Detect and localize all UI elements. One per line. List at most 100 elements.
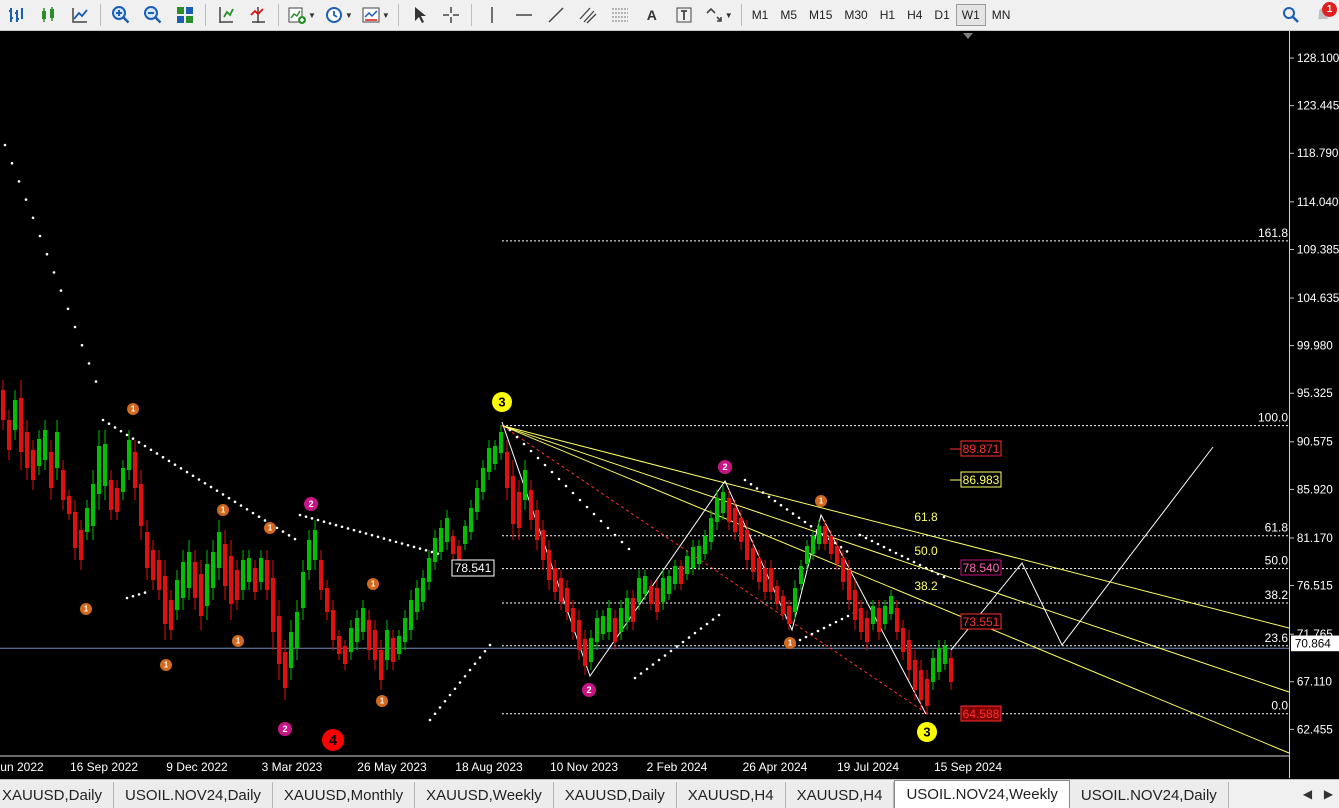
tile-windows-icon[interactable] (172, 3, 198, 28)
candle-body (451, 536, 455, 554)
text-label-icon[interactable] (671, 3, 697, 28)
horizontal-line-icon[interactable] (511, 3, 537, 28)
equidistant-channel-icon[interactable] (575, 3, 601, 28)
candle-body (391, 638, 395, 662)
current-price-label: 70.864 (1295, 637, 1331, 650)
tab-scroll-right-icon[interactable]: ▶ (1324, 787, 1333, 801)
wave-3-top-label: 3 (498, 395, 505, 410)
candle-body (343, 646, 347, 664)
timeframe-h1[interactable]: H1 (874, 4, 901, 26)
fibonacci-retracement-icon[interactable] (607, 3, 633, 28)
bar-chart-icon[interactable] (3, 3, 29, 28)
sar-dot (564, 484, 568, 488)
crosshair-icon[interactable] (438, 3, 464, 28)
fib-fan-line (501, 425, 1290, 693)
sar-dot (430, 550, 434, 554)
sar-dot (316, 518, 320, 522)
indicators-icon[interactable]: ▼ (286, 3, 317, 28)
fib-fan-line (501, 425, 1290, 629)
sar-dot (870, 539, 874, 543)
candle-body (541, 530, 545, 560)
sar-dot (804, 635, 808, 639)
toolbar-separator (397, 4, 399, 26)
sar-dot (143, 591, 147, 594)
candle-body (907, 640, 911, 670)
price-label: 118.790 (1297, 147, 1339, 160)
chart-tab[interactable]: USOIL.NOV24,Daily (1069, 782, 1229, 808)
chart-tab[interactable]: XAUUSD,Weekly (415, 782, 554, 808)
sar-dot (779, 503, 783, 507)
vertical-line-icon[interactable] (479, 3, 505, 28)
sar-dot (94, 380, 98, 383)
chart-tab[interactable]: XAUUSD,Daily (553, 782, 677, 808)
periods-clock-icon[interactable]: ▼ (323, 3, 354, 28)
zoom-in-icon[interactable] (108, 3, 134, 28)
sar-dot (930, 569, 934, 573)
price-label: 128.100 (1297, 52, 1339, 65)
text-tool[interactable]: A (639, 3, 665, 28)
time-label: 16 Sep 2022 (70, 760, 138, 774)
sar-dot (773, 499, 777, 503)
chart-tab[interactable]: XAUUSD,Daily (0, 782, 115, 808)
sar-dot (858, 533, 862, 537)
candle-body (373, 630, 377, 660)
toolbar-separator (470, 4, 472, 26)
zoom-out-icon[interactable] (140, 3, 166, 28)
candle-body (709, 518, 713, 542)
auto-scroll-icon[interactable] (245, 3, 271, 28)
sar-dot (239, 504, 243, 507)
sar-dot (73, 325, 77, 329)
chart-tab[interactable]: XAUUSD,Monthly (272, 782, 416, 808)
price-chart[interactable]: 161.8100.061.850.038.223.60.0 61.850.038… (0, 31, 1339, 778)
timeframe-m15[interactable]: M15 (803, 4, 838, 26)
line-chart-icon[interactable] (67, 3, 93, 28)
candle-body (859, 608, 863, 632)
sar-dot (809, 524, 813, 528)
wave-1-label: 1 (164, 661, 169, 670)
chart-tab[interactable]: XAUUSD,H4 (785, 782, 895, 808)
sar-dot (468, 668, 472, 672)
cursor-icon[interactable] (406, 3, 432, 28)
wave-1-label: 1 (84, 605, 89, 614)
sar-dot (376, 535, 380, 539)
sar-dot (578, 498, 582, 502)
search-icon[interactable] (1278, 3, 1304, 28)
candle-body (439, 528, 443, 552)
timeframe-m5[interactable]: M5 (774, 4, 803, 26)
sar-dot (125, 433, 129, 437)
notifications-icon[interactable]: 1 (1310, 1, 1337, 28)
chart-tabs: XAUUSD,Daily USOIL.NOV24,Daily XAUUSD,Mont… (0, 779, 1339, 808)
sar-dot (833, 541, 837, 545)
candle-body (181, 562, 185, 598)
candle-body (121, 468, 125, 492)
price-label: 99.980 (1297, 340, 1333, 353)
fib-level-label: 50.0 (1265, 554, 1289, 568)
candle-body (631, 598, 635, 622)
chart-shift-icon[interactable] (213, 3, 239, 28)
timeframe-w1[interactable]: W1 (955, 4, 986, 26)
sar-dot (185, 470, 189, 474)
chart-tab[interactable]: USOIL.NOV24,Daily (114, 782, 273, 808)
timeframe-m30[interactable]: M30 (838, 4, 873, 26)
price-label: 76.515 (1297, 580, 1333, 593)
tab-scroll-left-icon[interactable]: ◀ (1303, 787, 1312, 801)
trendline-icon[interactable] (543, 3, 569, 28)
templates-icon[interactable]: ▼ (360, 3, 391, 28)
chart-tab[interactable]: XAUUSD,H4 (676, 782, 786, 808)
candle-body (463, 526, 467, 544)
sar-dot (17, 180, 21, 183)
candle-body (319, 560, 323, 590)
sar-dot (894, 551, 898, 555)
timeframe-d1[interactable]: D1 (928, 4, 955, 26)
timeframe-m1[interactable]: M1 (746, 4, 775, 26)
candle-body (577, 620, 581, 650)
sar-dot (536, 456, 540, 460)
timeframe-mn[interactable]: MN (986, 4, 1017, 26)
sar-dot (834, 620, 838, 624)
sar-dot (443, 699, 447, 703)
candlestick-chart-icon[interactable] (35, 3, 61, 28)
arrows-shapes-icon[interactable]: ▼ (703, 3, 734, 28)
price-label: 104.635 (1297, 292, 1339, 305)
chart-tab[interactable]: USOIL.NOV24,Weekly (894, 780, 1070, 808)
timeframe-h4[interactable]: H4 (901, 4, 928, 26)
